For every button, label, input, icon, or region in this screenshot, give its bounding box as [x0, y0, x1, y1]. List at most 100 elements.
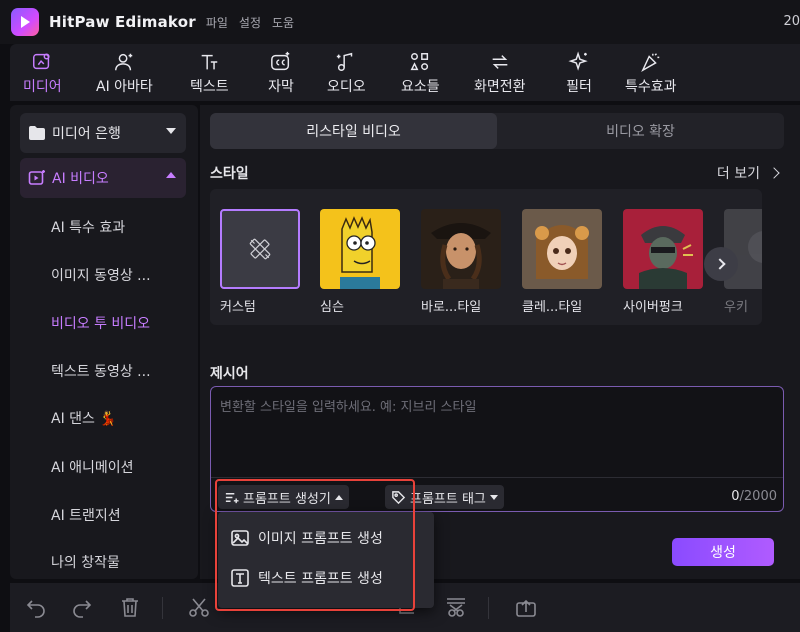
menu-help[interactable]: 도움: [272, 14, 294, 31]
style-section-title: 스타일: [210, 166, 249, 182]
style-name: 우키: [724, 300, 748, 315]
tool-transition[interactable]: 화면전환: [474, 50, 526, 96]
sidebar: 미디어 은행 AI 비디오 AI 특수 효과 이미지 동영상 ... 비디오 투…: [10, 105, 198, 579]
char-counter: 0/2000: [731, 489, 777, 504]
sidebar-item-my-creations[interactable]: 나의 창작물: [51, 552, 120, 572]
ai-video-icon: [28, 170, 45, 185]
main-panel: 리스타일 비디오 비디오 확장 스타일 더 보기 커스텀 심슨 바로...타일 …: [200, 105, 800, 579]
simpsons-thumbnail: [320, 209, 400, 289]
caret-up-icon: [334, 494, 343, 500]
style-card-custom[interactable]: 커스텀: [220, 209, 300, 315]
prompt-textarea[interactable]: 변환할 스타일을 입력하세요. 예: 지브리 스타일 프롬프트 생성기 프롬프트…: [210, 386, 784, 512]
top-menu: 파일 설정 도움: [206, 14, 305, 31]
prompt-generator-label: 프롬프트 생성기: [243, 491, 331, 507]
sidebar-item-image-to-video[interactable]: 이미지 동영상 ...: [51, 265, 151, 285]
menu-settings[interactable]: 설정: [239, 14, 261, 31]
tool-label: 오디오: [327, 79, 366, 95]
prompt-toolbar: 프롬프트 생성기 프롬프트 태그 0/2000: [211, 477, 783, 511]
caret-down-icon: [489, 494, 498, 500]
chevron-up-icon: [166, 172, 176, 178]
split-icon[interactable]: [444, 595, 468, 619]
tool-media[interactable]: 미디어: [23, 50, 62, 96]
generate-button[interactable]: 생성: [672, 538, 774, 566]
toolbar-divider: [488, 597, 489, 619]
prompt-section-title: 제시어: [210, 366, 249, 382]
app-logo-icon: [11, 8, 39, 36]
baroque-thumbnail: [421, 209, 501, 289]
tool-audio[interactable]: 오디오: [327, 50, 366, 96]
clay-thumbnail: [522, 209, 602, 289]
app-title: HitPaw Edimakor: [49, 13, 196, 31]
custom-style-icon: [249, 238, 271, 260]
undo-icon[interactable]: [24, 595, 48, 619]
menu-file[interactable]: 파일: [206, 14, 228, 31]
prompt-generator-button[interactable]: 프롬프트 생성기: [218, 485, 349, 509]
more-styles-link[interactable]: 더 보기: [716, 163, 780, 183]
style-name: 심슨: [320, 300, 344, 315]
sidebar-item-ai-effects[interactable]: AI 특수 효과: [51, 217, 125, 237]
style-thumbnail: [220, 209, 300, 289]
folder-icon: [29, 126, 45, 140]
audio-icon: [333, 50, 359, 74]
sidebar-item-text-to-video[interactable]: 텍스트 동영상 ...: [51, 361, 151, 381]
scissors-icon[interactable]: [187, 595, 211, 619]
sidebar-item-ai-transition[interactable]: AI 트랜지션: [51, 505, 121, 525]
style-card-simpsons[interactable]: 심슨: [320, 209, 400, 315]
chevron-down-icon: [166, 128, 176, 134]
tool-label: 특수효과: [625, 79, 677, 95]
redo-icon[interactable]: [70, 595, 94, 619]
tool-filter[interactable]: 필터: [566, 50, 592, 96]
tool-label: 요소들: [401, 79, 440, 95]
sidebar-media-bank[interactable]: 미디어 은행: [20, 113, 186, 153]
dropdown-item-text-prompt[interactable]: 텍스트 프롬프트 생성: [230, 568, 383, 588]
style-thumbnail: [623, 209, 703, 289]
title-bar: HitPaw Edimakor 파일 설정 도움 20: [0, 0, 800, 44]
elements-icon: [407, 50, 433, 74]
delete-icon[interactable]: [118, 595, 142, 619]
style-card-claymation[interactable]: 클레...타일: [522, 209, 602, 315]
sidebar-item-video-to-video[interactable]: 비디오 투 비디오: [51, 313, 150, 333]
sidebar-media-bank-label: 미디어 은행: [52, 126, 121, 142]
effects-icon: [638, 50, 664, 74]
dropdown-item-label: 이미지 프롬프트 생성: [258, 531, 383, 547]
cyberpunk-thumbnail: [623, 209, 703, 289]
avatar-icon: [111, 50, 137, 74]
style-name: 바로...타일: [421, 300, 482, 315]
filter-icon: [566, 50, 592, 74]
chevron-right-icon: [768, 167, 780, 179]
prompt-tag-button[interactable]: 프롬프트 태그: [385, 485, 504, 509]
prompt-generator-dropdown: 이미지 프롬프트 생성 텍스트 프롬프트 생성: [218, 512, 434, 608]
char-count-max: /2000: [739, 489, 777, 504]
caption-icon: [268, 50, 294, 74]
prompt-tag-label: 프롬프트 태그: [410, 491, 486, 507]
media-icon: [29, 50, 55, 74]
sidebar-item-ai-animation[interactable]: AI 애니메이션: [51, 457, 134, 477]
style-card-baroque[interactable]: 바로...타일: [421, 209, 501, 315]
tool-label: 자막: [268, 79, 294, 95]
chevron-right-icon: [713, 258, 726, 270]
tab-restyle-video[interactable]: 리스타일 비디오: [210, 113, 497, 149]
export-icon[interactable]: [514, 595, 538, 619]
sidebar-ai-video[interactable]: AI 비디오: [20, 158, 186, 198]
style-card-cyberpunk[interactable]: 사이버펑크: [623, 209, 703, 315]
tool-text[interactable]: 텍스트: [190, 50, 229, 96]
dropdown-item-image-prompt[interactable]: 이미지 프롬프트 생성: [230, 528, 383, 548]
sidebar-item-ai-dance[interactable]: AI 댄스 💃: [51, 408, 117, 428]
tool-caption[interactable]: 자막: [268, 50, 294, 96]
tab-video-extend[interactable]: 비디오 확장: [497, 113, 784, 149]
tool-label: 화면전환: [474, 79, 526, 95]
more-styles-label: 더 보기: [716, 166, 760, 182]
main-toolbar: 미디어 AI 아바타 텍스트 자막 오디오 요소들 화면전환 필터 특수효과: [10, 44, 800, 101]
tool-ai-avatar[interactable]: AI 아바타: [96, 50, 153, 96]
transition-icon: [487, 50, 513, 74]
style-name: 커스텀: [220, 300, 256, 315]
tag-icon: [392, 490, 406, 504]
sidebar-ai-video-label: AI 비디오: [52, 171, 109, 187]
style-list: 커스텀 심슨 바로...타일 클레...타일 사이버펑크 우키: [210, 189, 762, 325]
tool-elements[interactable]: 요소들: [401, 50, 440, 96]
tool-effects[interactable]: 특수효과: [625, 50, 677, 96]
style-thumbnail: [421, 209, 501, 289]
toolbar-divider: [162, 597, 163, 619]
tool-label: 미디어: [23, 79, 62, 95]
style-next-button[interactable]: [704, 247, 738, 281]
